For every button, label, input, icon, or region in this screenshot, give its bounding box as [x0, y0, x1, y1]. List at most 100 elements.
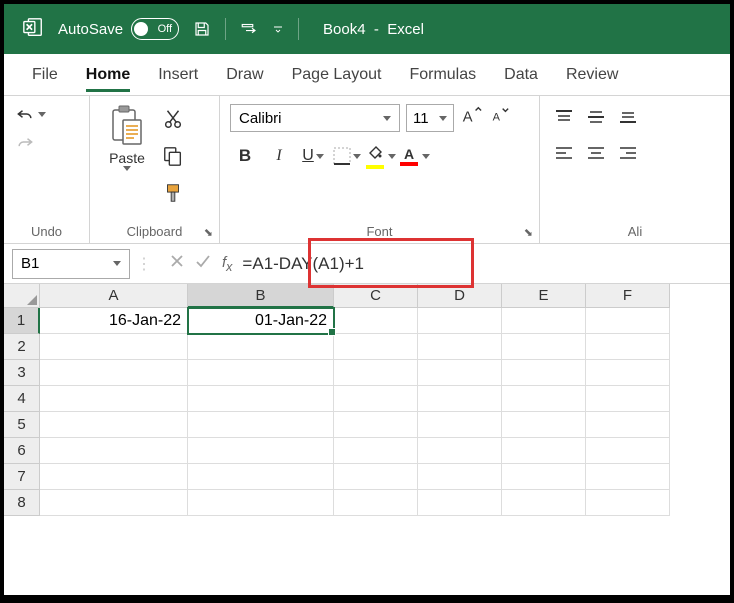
- italic-button[interactable]: I: [264, 142, 294, 170]
- font-size-select[interactable]: 11: [406, 104, 454, 132]
- enter-formula-button[interactable]: [194, 252, 212, 275]
- cell[interactable]: [418, 412, 502, 438]
- row-header[interactable]: 3: [4, 360, 40, 386]
- cell[interactable]: [586, 334, 670, 360]
- formula-bar[interactable]: =A1-DAY(A1)+1: [242, 254, 364, 274]
- autosave-toggle[interactable]: AutoSave Off: [58, 18, 179, 40]
- column-header[interactable]: A: [40, 284, 188, 308]
- tab-page-layout[interactable]: Page Layout: [292, 58, 382, 92]
- tab-review[interactable]: Review: [566, 58, 618, 92]
- cell[interactable]: 01-Jan-22: [188, 308, 334, 334]
- column-header[interactable]: C: [334, 284, 418, 308]
- cell[interactable]: [502, 334, 586, 360]
- align-middle-button[interactable]: [582, 104, 610, 130]
- cell[interactable]: [40, 334, 188, 360]
- tab-data[interactable]: Data: [504, 58, 538, 92]
- tab-formulas[interactable]: Formulas: [409, 58, 476, 92]
- cell[interactable]: [188, 334, 334, 360]
- cell[interactable]: [418, 360, 502, 386]
- column-header[interactable]: B: [188, 284, 334, 308]
- cell[interactable]: [502, 360, 586, 386]
- cell[interactable]: [334, 490, 418, 516]
- cell[interactable]: [586, 412, 670, 438]
- cell[interactable]: [334, 334, 418, 360]
- cell[interactable]: [40, 412, 188, 438]
- redo-button[interactable]: [14, 132, 46, 152]
- cell[interactable]: [188, 490, 334, 516]
- row-header[interactable]: 6: [4, 438, 40, 464]
- cell[interactable]: [40, 490, 188, 516]
- cell[interactable]: 16-Jan-22: [40, 308, 188, 334]
- underline-button[interactable]: U: [298, 142, 328, 170]
- cell[interactable]: [418, 490, 502, 516]
- cell[interactable]: [40, 360, 188, 386]
- align-bottom-button[interactable]: [614, 104, 642, 130]
- tab-draw[interactable]: Draw: [226, 58, 263, 92]
- cell[interactable]: [586, 438, 670, 464]
- paste-button[interactable]: Paste: [100, 104, 154, 171]
- cell[interactable]: [418, 438, 502, 464]
- column-header[interactable]: E: [502, 284, 586, 308]
- undo-button[interactable]: [14, 104, 46, 124]
- row-header[interactable]: 4: [4, 386, 40, 412]
- cell[interactable]: [334, 386, 418, 412]
- decrease-font-button[interactable]: A: [488, 105, 510, 132]
- cell[interactable]: [502, 438, 586, 464]
- font-launcher-icon[interactable]: ⬊: [524, 226, 533, 239]
- bold-button[interactable]: B: [230, 142, 260, 170]
- fx-icon[interactable]: fx: [222, 254, 232, 274]
- save-button[interactable]: [193, 20, 211, 38]
- cell[interactable]: [334, 308, 418, 334]
- row-header[interactable]: 5: [4, 412, 40, 438]
- cell[interactable]: [418, 386, 502, 412]
- fill-color-button[interactable]: [366, 142, 396, 170]
- cell[interactable]: [502, 490, 586, 516]
- align-right-button[interactable]: [614, 140, 642, 166]
- cancel-formula-button[interactable]: [168, 252, 186, 275]
- clipboard-launcher-icon[interactable]: ⬊: [204, 226, 213, 239]
- align-left-button[interactable]: [550, 140, 578, 166]
- row-header[interactable]: 7: [4, 464, 40, 490]
- cell[interactable]: [586, 386, 670, 412]
- cell[interactable]: [334, 360, 418, 386]
- cell[interactable]: [502, 308, 586, 334]
- cell[interactable]: [334, 438, 418, 464]
- cut-button[interactable]: [162, 108, 184, 135]
- borders-button[interactable]: [332, 142, 362, 170]
- cell[interactable]: [418, 308, 502, 334]
- column-header[interactable]: F: [586, 284, 670, 308]
- tab-file[interactable]: File: [32, 58, 58, 92]
- align-center-button[interactable]: [582, 140, 610, 166]
- cell[interactable]: [586, 464, 670, 490]
- cell[interactable]: [418, 464, 502, 490]
- cell[interactable]: [586, 360, 670, 386]
- row-header[interactable]: 2: [4, 334, 40, 360]
- format-painter-button[interactable]: [162, 182, 184, 209]
- row-header[interactable]: 1: [4, 308, 40, 334]
- cell[interactable]: [502, 412, 586, 438]
- cell[interactable]: [40, 464, 188, 490]
- cell[interactable]: [334, 464, 418, 490]
- cell[interactable]: [502, 386, 586, 412]
- name-box[interactable]: B1: [12, 249, 130, 279]
- spreadsheet-grid[interactable]: 12345678 ABCDEF 16-Jan-2201-Jan-22: [4, 284, 730, 594]
- cell[interactable]: [188, 438, 334, 464]
- cell[interactable]: [418, 334, 502, 360]
- cell[interactable]: [188, 386, 334, 412]
- customize-qat-button[interactable]: [272, 20, 284, 38]
- column-header[interactable]: D: [418, 284, 502, 308]
- cell[interactable]: [40, 438, 188, 464]
- increase-font-button[interactable]: A: [460, 105, 482, 132]
- quick-access-button[interactable]: [240, 20, 258, 38]
- cell[interactable]: [586, 308, 670, 334]
- cell[interactable]: [502, 464, 586, 490]
- font-name-select[interactable]: Calibri: [230, 104, 400, 132]
- copy-button[interactable]: [162, 145, 184, 172]
- tab-home[interactable]: Home: [86, 58, 130, 92]
- cell[interactable]: [188, 464, 334, 490]
- align-top-button[interactable]: [550, 104, 578, 130]
- cell[interactable]: [40, 386, 188, 412]
- tab-insert[interactable]: Insert: [158, 58, 198, 92]
- cell[interactable]: [586, 490, 670, 516]
- cell[interactable]: [188, 412, 334, 438]
